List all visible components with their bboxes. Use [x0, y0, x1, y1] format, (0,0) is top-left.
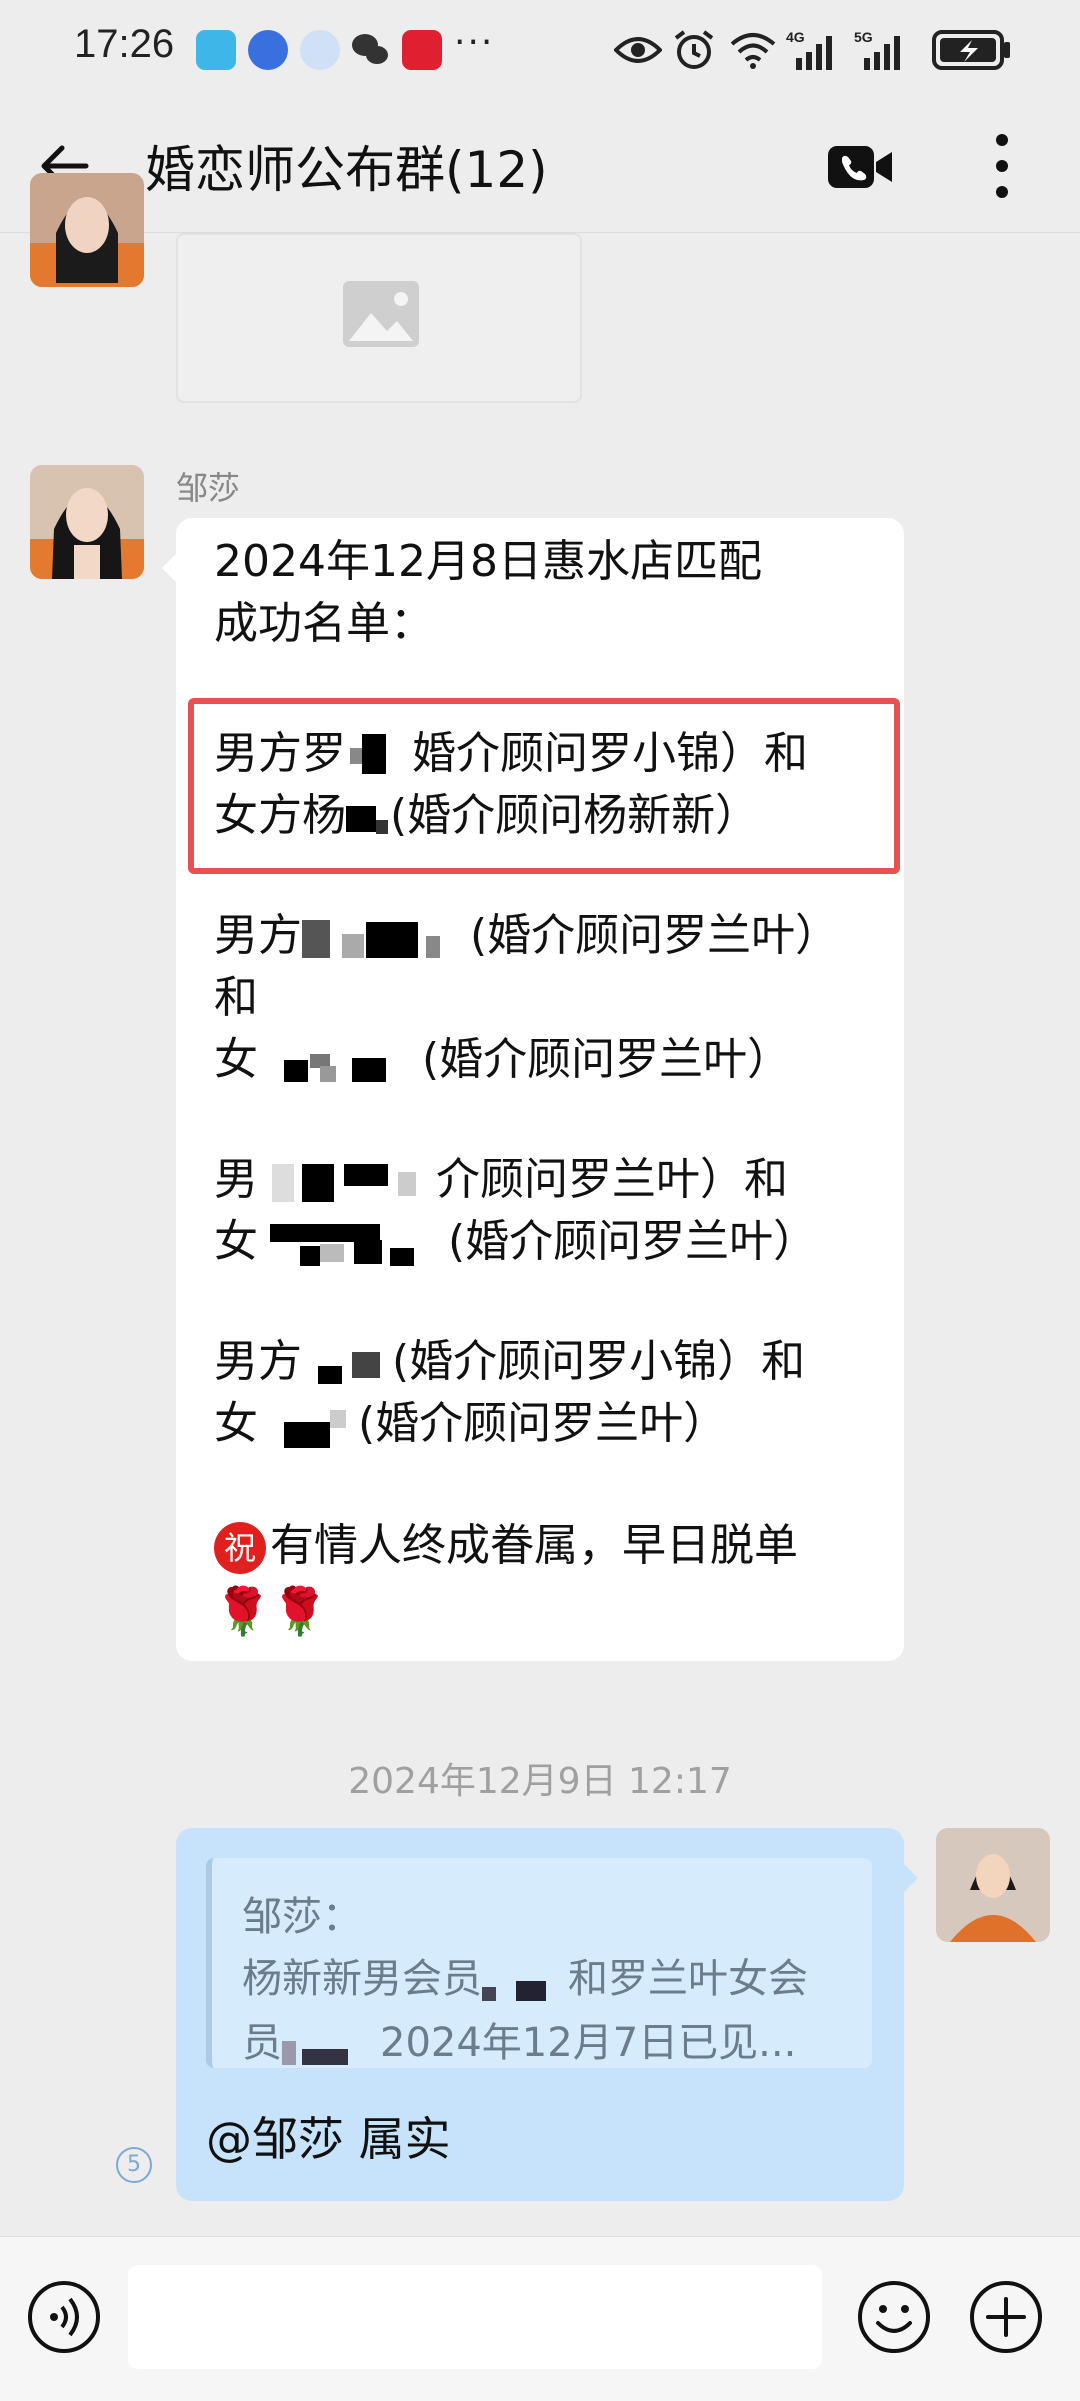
image-placeholder-icon: [343, 281, 419, 347]
message-text-line: 女 (婚介顾问罗兰叶）: [214, 1034, 792, 1085]
voice-input-button[interactable]: [26, 2279, 102, 2355]
message-list[interactable]: 邹莎 2024年12月8日惠水店匹配 成功名单： 男方罗 婚介顾问罗小锦）和 女方…: [0, 173, 1080, 2233]
quoted-text-line: 杨新新男会员 和罗兰叶女会: [242, 1956, 808, 2002]
message-text-line: 2024年12月8日惠水店匹配: [214, 536, 762, 587]
chat-header: 婚恋师公布群(12): [0, 100, 1080, 233]
browser-app-icon: [248, 30, 288, 70]
message-text-line: 男介顾问罗兰叶）和: [214, 1154, 788, 1205]
quote-reply-message[interactable]: 邹莎： 杨新新男会员 和罗兰叶女会 员 2024年12月7日已见... @邹莎 属实: [176, 1828, 918, 2201]
chat-title: 婚恋师公布群(12): [145, 141, 548, 199]
composer-bar: [0, 2236, 1080, 2401]
svg-text:4G: 4G: [786, 29, 805, 45]
plus-icon: [970, 2281, 1042, 2353]
emoji-button[interactable]: [856, 2279, 932, 2355]
sender-avatar[interactable]: [30, 173, 144, 287]
quoted-text-line: 员 2024年12月7日已见...: [242, 2020, 797, 2066]
cellular-5g-icon: 5G: [854, 29, 900, 70]
more-notifications-icon: ···: [454, 22, 495, 63]
quoted-author: 邹莎：: [242, 1894, 362, 1940]
message-text-line: 女 (婚介顾问罗兰叶）: [214, 1216, 818, 1267]
alarm-icon: [674, 30, 714, 69]
redacted-name: [302, 916, 470, 960]
status-bar: 17:26 ··· 4G 5G: [0, 0, 1080, 100]
reader-app-icon: [196, 30, 236, 70]
battery-charging-icon: [932, 30, 1010, 70]
more-options-button[interactable]: [972, 124, 1032, 208]
my-avatar[interactable]: [936, 1828, 1050, 1942]
redacted-name: [482, 1961, 568, 2001]
blessing-emoji: 祝: [214, 1522, 266, 1574]
message-text-line: 成功名单：: [214, 598, 434, 649]
redacted-name: [258, 1160, 436, 1204]
message-text-line: 祝有情人终成眷属，早日脱单: [214, 1522, 798, 1574]
cellular-4g-icon: 4G: [786, 29, 832, 70]
message-text-line: 和: [214, 972, 258, 1023]
video-call-icon: [828, 146, 892, 188]
rose-emojis: 🌹🌹: [214, 1584, 329, 1638]
smiley-icon: [858, 2281, 930, 2353]
match-list-message[interactable]: 2024年12月8日惠水店匹配 成功名单： 男方罗 婚介顾问罗小锦）和 女方杨 (婚…: [162, 518, 904, 1661]
wifi-icon: [730, 33, 776, 69]
message-text-line: 女 (婚介顾问罗兰叶）: [214, 1398, 728, 1449]
more-actions-button[interactable]: [968, 2279, 1044, 2355]
assistant-app-icon: [300, 30, 340, 70]
wechat-icon: [350, 30, 390, 70]
reply-text: @邹莎 属实: [206, 2112, 451, 2166]
redacted-name: [258, 1040, 422, 1084]
message-text-line: 男方 (婚介顾问罗小锦）和: [214, 1336, 806, 1387]
svg-text:5G: 5G: [854, 29, 873, 45]
message-input[interactable]: [128, 2265, 822, 2369]
eye-icon: [614, 37, 662, 63]
kebab-menu-icon: [996, 134, 1008, 198]
status-time: 17:26: [74, 22, 175, 66]
highlight-box: [188, 698, 900, 874]
redacted-name: [302, 1342, 392, 1386]
unread-count-badge: 5: [116, 2147, 152, 2183]
redacted-name: [258, 1404, 358, 1448]
redacted-name: [282, 2025, 380, 2065]
sender-name: 邹莎: [176, 469, 241, 507]
sender-avatar[interactable]: [30, 465, 144, 579]
shop-app-icon: [402, 30, 442, 70]
message-text-line: 男方 (婚介顾问罗兰叶）: [214, 910, 840, 961]
video-call-button[interactable]: [822, 132, 898, 202]
quoted-message[interactable]: 邹莎： 杨新新男会员 和罗兰叶女会 员 2024年12月7日已见...: [206, 1858, 872, 2068]
voice-icon: [28, 2281, 100, 2353]
message-timestamp: 2024年12月9日 12:17: [348, 1761, 732, 1802]
redacted-name: [258, 1222, 448, 1266]
image-message[interactable]: [176, 233, 582, 403]
